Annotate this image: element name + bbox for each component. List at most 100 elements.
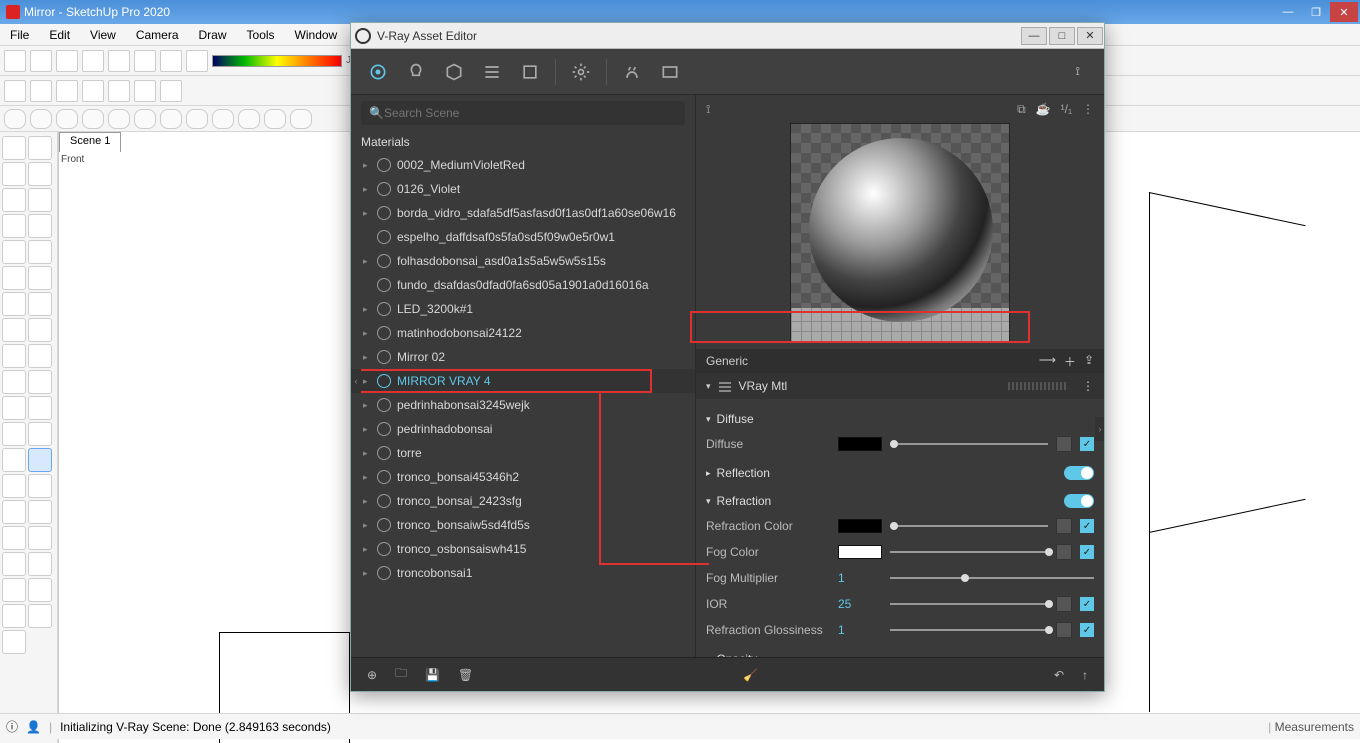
tool[interactable] — [2, 422, 26, 446]
vraymtl-row[interactable]: ▾ VRay Mtl ⋮ — [696, 373, 1104, 399]
tool-button[interactable] — [160, 109, 182, 129]
tool[interactable] — [2, 370, 26, 394]
menu-tools[interactable]: Tools — [237, 28, 285, 42]
open-folder-icon[interactable]: 🗀 — [395, 664, 407, 685]
diffuse-header[interactable]: ▾ Diffuse — [706, 407, 1094, 431]
diffuse-color-swatch[interactable] — [838, 437, 882, 451]
reflection-toggle[interactable] — [1064, 466, 1094, 480]
refraction-color-swatch[interactable] — [838, 519, 882, 533]
material-preview[interactable] — [790, 123, 1010, 343]
material-item[interactable]: ▸tronco_osbonsaiswh415 — [351, 537, 695, 561]
tool-button[interactable] — [30, 109, 52, 129]
tool-button[interactable] — [134, 50, 156, 72]
tool[interactable] — [2, 162, 26, 186]
pencil-tool[interactable] — [2, 188, 26, 212]
material-item[interactable]: ▸pedrinhabonsai3245wejk — [351, 393, 695, 417]
slider[interactable] — [890, 545, 1048, 559]
materials-tab-icon[interactable] — [365, 59, 391, 85]
tool-button[interactable] — [30, 50, 52, 72]
material-item[interactable]: ▸LED_3200k#1 — [351, 297, 695, 321]
tool[interactable] — [28, 214, 52, 238]
material-item[interactable]: ▸Mirror 02 — [351, 345, 695, 369]
tool[interactable] — [28, 474, 52, 498]
texture-slot[interactable] — [1056, 518, 1072, 534]
enable-checkbox[interactable]: ✓ — [1080, 623, 1094, 637]
tool-button[interactable] — [212, 109, 234, 129]
tool[interactable] — [28, 344, 52, 368]
material-item[interactable]: ▸pedrinhadobonsai — [351, 417, 695, 441]
ior-slider[interactable] — [890, 597, 1048, 611]
tool[interactable] — [2, 344, 26, 368]
delete-icon[interactable]: 🗑 — [458, 668, 473, 682]
vray-titlebar[interactable]: V-Ray Asset Editor — □ ✕ — [351, 23, 1104, 49]
eraser-tool[interactable] — [28, 136, 52, 160]
material-item[interactable]: ▸torre — [351, 441, 695, 465]
render-button-icon[interactable] — [619, 59, 645, 85]
enable-checkbox[interactable]: ✓ — [1080, 519, 1094, 533]
tool[interactable] — [2, 396, 26, 420]
tool[interactable] — [2, 448, 26, 472]
tool-button[interactable] — [134, 80, 156, 102]
fog-multiplier-value[interactable]: 1 — [838, 571, 882, 585]
scene-tab[interactable]: Scene 1 — [59, 132, 121, 152]
tool[interactable] — [2, 266, 26, 290]
menu-edit[interactable]: Edit — [39, 28, 80, 42]
new-asset-icon[interactable]: ⊕ — [367, 668, 377, 682]
refraction-toggle[interactable] — [1064, 494, 1094, 508]
geometry-tab-icon[interactable] — [441, 59, 467, 85]
more-icon[interactable]: ⋮ — [1082, 379, 1094, 393]
tool-button[interactable] — [108, 50, 130, 72]
material-item[interactable]: ▸folhasdobonsai_asd0a1s5a5w5w5s15s — [351, 249, 695, 273]
textures-tab-icon[interactable] — [517, 59, 543, 85]
add-layer-icon[interactable]: ＋ — [1064, 353, 1076, 370]
minimize-button[interactable]: — — [1274, 2, 1302, 22]
tool-button[interactable] — [160, 80, 182, 102]
tool-button[interactable] — [4, 109, 26, 129]
status-icon[interactable]: ⓘ — [6, 718, 18, 735]
tool[interactable] — [2, 630, 26, 654]
drag-handle[interactable] — [1008, 382, 1068, 390]
up-icon[interactable]: ↑ — [1082, 668, 1088, 682]
vray-close-button[interactable]: ✕ — [1077, 27, 1103, 45]
select-tool[interactable] — [2, 136, 26, 160]
ratio-label[interactable]: ¹/₁ — [1061, 102, 1072, 116]
material-item[interactable]: ▸tronco_bonsaiw5sd4fd5s — [351, 513, 695, 537]
fog-color-swatch[interactable] — [838, 545, 882, 559]
material-item[interactable]: ▸0002_MediumVioletRed — [351, 153, 695, 177]
tool[interactable] — [28, 162, 52, 186]
tool-button[interactable] — [4, 50, 26, 72]
slider[interactable] — [890, 571, 1094, 585]
material-item[interactable]: ▸0126_Violet — [351, 177, 695, 201]
tool-button[interactable] — [238, 109, 260, 129]
more-icon[interactable]: ⋮ — [1082, 102, 1094, 116]
menu-camera[interactable]: Camera — [126, 28, 189, 42]
vray-minimize-button[interactable]: — — [1021, 27, 1047, 45]
slider[interactable] — [890, 623, 1048, 637]
tool[interactable] — [28, 396, 52, 420]
purge-icon[interactable]: 🧹 — [743, 668, 758, 682]
tool-button[interactable] — [82, 109, 104, 129]
tool[interactable] — [2, 552, 26, 576]
material-item[interactable]: ▸MIRROR VRAY 4 — [351, 369, 695, 393]
quick-settings-icon[interactable]: ⟶ — [1039, 353, 1056, 370]
tool[interactable] — [2, 578, 26, 602]
tool-button[interactable] — [4, 80, 26, 102]
copy-icon[interactable]: ⧉ — [1017, 102, 1026, 117]
tool[interactable] — [28, 552, 52, 576]
pin-icon[interactable]: ⟟ — [706, 102, 710, 117]
tool[interactable] — [28, 240, 52, 264]
tool[interactable] — [2, 500, 26, 524]
tool[interactable] — [28, 604, 52, 628]
tool[interactable] — [2, 240, 26, 264]
teapot-icon[interactable]: ☕ — [1036, 102, 1051, 116]
pin-icon[interactable]: ⟟ — [1076, 64, 1080, 79]
tool[interactable] — [28, 422, 52, 446]
tool-button[interactable] — [82, 80, 104, 102]
menu-file[interactable]: File — [0, 28, 39, 42]
tool-button[interactable] — [160, 50, 182, 72]
diffuse-slider[interactable] — [890, 437, 1048, 451]
tool-button[interactable] — [56, 80, 78, 102]
tool-button[interactable] — [82, 50, 104, 72]
tool[interactable] — [28, 526, 52, 550]
tool[interactable] — [28, 448, 52, 472]
